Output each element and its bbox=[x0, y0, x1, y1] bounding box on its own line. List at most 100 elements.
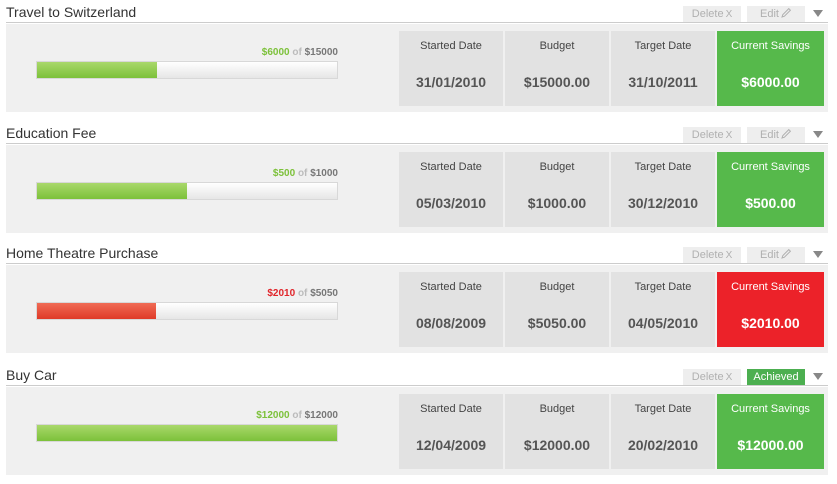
delete-x-icon: X bbox=[725, 130, 733, 141]
current-savings-cell: Current Savings $12000.00 bbox=[717, 394, 824, 469]
delete-label: Delete bbox=[691, 8, 724, 20]
of-label: of bbox=[292, 47, 302, 58]
goal-title: Home Theatre Purchase bbox=[6, 245, 159, 261]
budget-label: Budget bbox=[539, 403, 575, 415]
goal-title: Travel to Switzerland bbox=[6, 4, 137, 20]
saved-amount: $12000 bbox=[256, 410, 290, 421]
pencil-icon bbox=[781, 248, 792, 259]
delete-x-icon: X bbox=[725, 250, 733, 261]
budget-cell: Budget $5050.00 bbox=[505, 272, 609, 347]
budget-value: $12000.00 bbox=[523, 437, 591, 453]
expand-triangle-icon[interactable] bbox=[813, 10, 823, 17]
total-amount: $12000 bbox=[304, 410, 338, 421]
edit-button[interactable]: Edit bbox=[747, 247, 805, 263]
goal-item: Education Fee Delete X Edit $500 of $1000… bbox=[0, 121, 837, 242]
budget-cell: Budget $12000.00 bbox=[505, 394, 609, 469]
pencil-icon bbox=[781, 128, 792, 139]
progress-fill bbox=[37, 303, 156, 319]
target-date-value: 04/05/2010 bbox=[627, 315, 699, 331]
started-date-value: 08/08/2009 bbox=[415, 315, 487, 331]
target-date-label: Target Date bbox=[634, 403, 692, 415]
started-date-value: 31/01/2010 bbox=[415, 74, 487, 90]
edit-label: Edit bbox=[760, 129, 779, 141]
total-amount: $5050 bbox=[310, 288, 338, 299]
progress-fill bbox=[37, 183, 187, 199]
target-date-cell: Target Date 31/10/2011 bbox=[611, 31, 715, 106]
edit-label: Edit bbox=[760, 249, 779, 261]
progress-fill bbox=[37, 62, 157, 78]
current-savings-value: $500.00 bbox=[745, 195, 796, 211]
current-savings-value: $6000.00 bbox=[741, 74, 800, 90]
pencil-icon bbox=[781, 7, 792, 18]
of-label: of bbox=[292, 410, 302, 421]
current-savings-cell: Current Savings $6000.00 bbox=[717, 31, 824, 106]
started-date-cell: Started Date 05/03/2010 bbox=[399, 152, 503, 227]
delete-label: Delete bbox=[691, 129, 724, 141]
goal-title: Education Fee bbox=[6, 125, 97, 141]
current-savings-label: Current Savings bbox=[731, 40, 810, 52]
progress-bar bbox=[36, 182, 338, 200]
delete-button[interactable]: Delete X bbox=[683, 247, 741, 263]
goal-panel: $2010 of $5050 Started Date 08/08/2009 Bu… bbox=[6, 265, 828, 353]
budget-value: $1000.00 bbox=[527, 195, 587, 211]
saved-amount: $6000 bbox=[261, 47, 290, 58]
current-savings-value: $2010.00 bbox=[741, 315, 800, 331]
total-amount: $15000 bbox=[304, 47, 338, 58]
delete-x-icon: X bbox=[725, 372, 733, 383]
started-date-label: Started Date bbox=[420, 281, 482, 293]
expand-triangle-icon[interactable] bbox=[813, 131, 823, 138]
of-label: of bbox=[297, 288, 308, 299]
goal-panel: $500 of $1000 Started Date 05/03/2010 Bud… bbox=[6, 145, 828, 233]
started-date-label: Started Date bbox=[420, 403, 482, 415]
progress-amounts: $500 of $1000 bbox=[36, 168, 338, 179]
started-date-label: Started Date bbox=[420, 161, 482, 173]
progress-amounts: $12000 of $12000 bbox=[36, 410, 338, 421]
progress-amounts: $2010 of $5050 bbox=[36, 288, 338, 299]
goal-item: Travel to Switzerland Delete X Edit $6000… bbox=[0, 0, 837, 121]
target-date-cell: Target Date 30/12/2010 bbox=[611, 152, 715, 227]
current-savings-value: $12000.00 bbox=[737, 437, 804, 453]
goal-panel: $12000 of $12000 Started Date 12/04/2009 … bbox=[6, 387, 828, 475]
budget-label: Budget bbox=[539, 281, 575, 293]
total-amount: $1000 bbox=[310, 168, 338, 179]
target-date-cell: Target Date 04/05/2010 bbox=[611, 272, 715, 347]
target-date-label: Target Date bbox=[634, 40, 692, 52]
achieved-badge: Achieved bbox=[747, 369, 805, 385]
target-date-value: 31/10/2011 bbox=[628, 74, 698, 90]
target-date-value: 30/12/2010 bbox=[627, 195, 699, 211]
started-date-label: Started Date bbox=[420, 40, 482, 52]
budget-value: $15000.00 bbox=[523, 74, 591, 90]
delete-button[interactable]: Delete X bbox=[683, 6, 741, 22]
divider bbox=[6, 22, 828, 23]
started-date-value: 12/04/2009 bbox=[415, 437, 487, 453]
edit-button[interactable]: Edit bbox=[747, 6, 805, 22]
progress-bar bbox=[36, 302, 338, 320]
current-savings-label: Current Savings bbox=[731, 161, 810, 173]
delete-label: Delete bbox=[691, 249, 724, 261]
current-savings-label: Current Savings bbox=[731, 281, 810, 293]
goal-item: Buy Car Delete X Achieved $12000 of $1200… bbox=[0, 363, 837, 484]
expand-triangle-icon[interactable] bbox=[813, 251, 823, 258]
delete-button[interactable]: Delete X bbox=[683, 127, 741, 143]
budget-label: Budget bbox=[539, 40, 575, 52]
delete-label: Delete bbox=[691, 371, 724, 383]
expand-triangle-icon[interactable] bbox=[813, 373, 823, 380]
started-date-cell: Started Date 08/08/2009 bbox=[399, 272, 503, 347]
current-savings-cell: Current Savings $2010.00 bbox=[717, 272, 824, 347]
target-date-label: Target Date bbox=[634, 281, 692, 293]
current-savings-cell: Current Savings $500.00 bbox=[717, 152, 824, 227]
of-label: of bbox=[297, 168, 308, 179]
target-date-label: Target Date bbox=[634, 161, 692, 173]
delete-button[interactable]: Delete X bbox=[683, 369, 741, 385]
saved-amount: $2010 bbox=[267, 288, 296, 299]
progress-bar bbox=[36, 424, 338, 442]
goal-title: Buy Car bbox=[6, 367, 57, 383]
delete-x-icon: X bbox=[725, 9, 733, 20]
edit-label: Edit bbox=[760, 8, 779, 20]
target-date-value: 20/02/2010 bbox=[627, 437, 699, 453]
budget-cell: Budget $1000.00 bbox=[505, 152, 609, 227]
divider bbox=[6, 263, 828, 264]
started-date-cell: Started Date 31/01/2010 bbox=[399, 31, 503, 106]
budget-label: Budget bbox=[539, 161, 575, 173]
edit-button[interactable]: Edit bbox=[747, 127, 805, 143]
